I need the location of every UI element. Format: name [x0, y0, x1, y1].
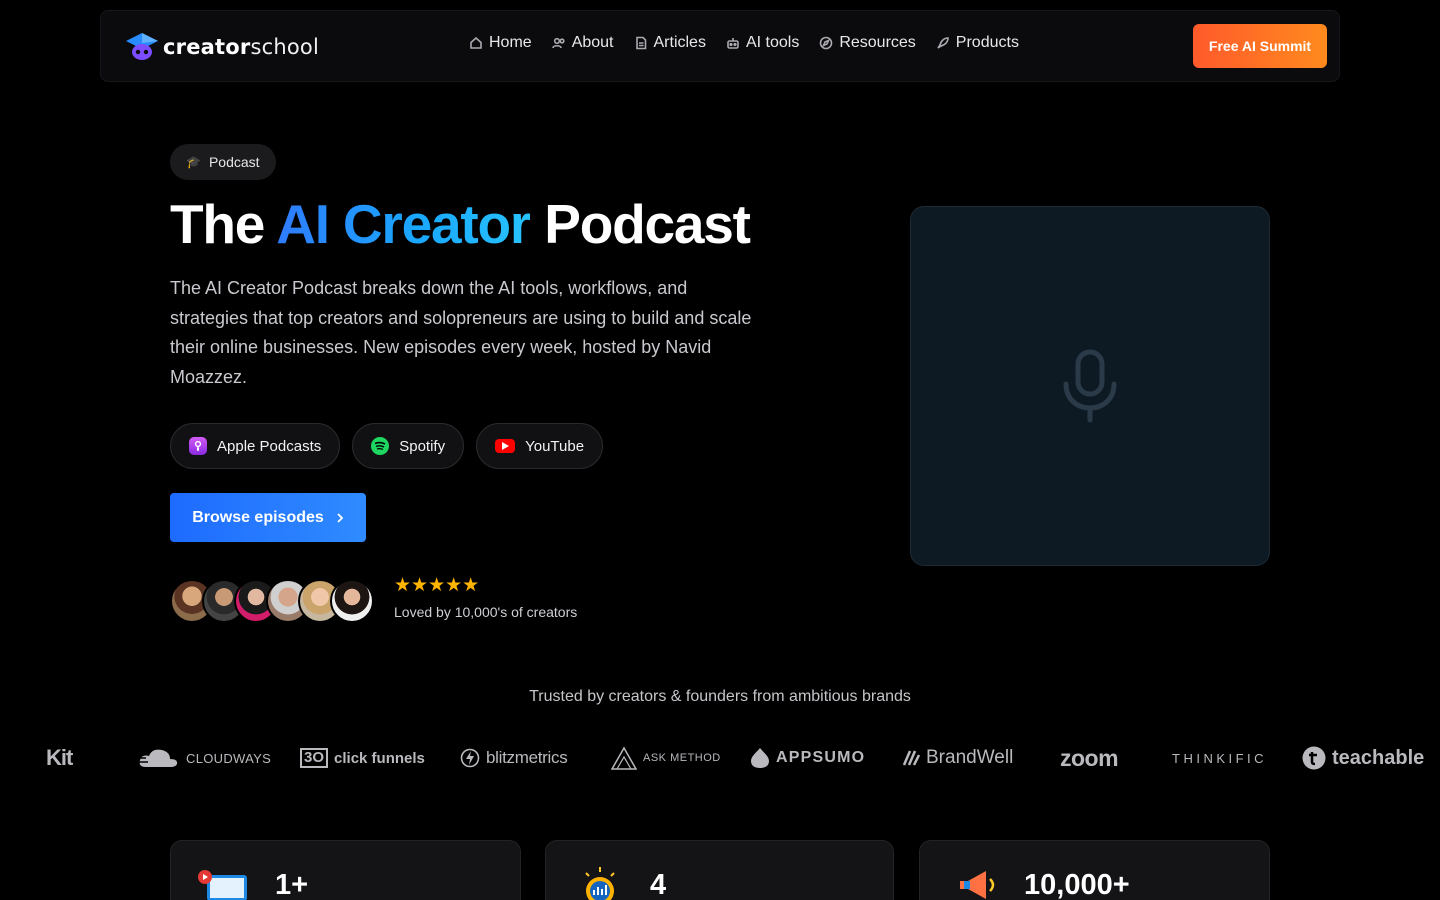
youtube-button[interactable]: YouTube: [476, 423, 604, 469]
brand-logos: Kit CLOUDWAYS 3O click funnels blitzmetr…: [0, 738, 1440, 778]
podcast-tag-label: Podcast: [208, 154, 260, 170]
loved-by-text: Loved by 10,000's of creators: [394, 604, 578, 620]
stat-seasons-value: 4: [650, 869, 667, 900]
document-icon: [635, 36, 646, 50]
platform-links: Apple Podcasts Spotify YouTube: [170, 423, 604, 469]
rating: ★★★★★ Loved by 10,000's of creators: [394, 574, 577, 620]
creatorschool-logo[interactable]: creatorschool: [125, 31, 319, 63]
top-navbar: creatorschool Home About Articles AI too…: [100, 10, 1340, 82]
spotify-button[interactable]: Spotify: [352, 423, 465, 469]
youtube-label: YouTube: [525, 437, 585, 455]
mountain-icon: [611, 746, 637, 770]
kit-logo: Kit: [46, 745, 73, 770]
free-ai-summit-button[interactable]: Free AI Summit: [1193, 24, 1327, 68]
nav-products-label: Products: [955, 34, 1019, 51]
podcast-tag: 🎓 Podcast: [170, 144, 276, 180]
nav-ai-tools[interactable]: AI tools: [726, 34, 799, 52]
five-star-rating-icon: ★★★★★: [394, 575, 480, 596]
microphone-icon: [1063, 349, 1117, 423]
graduation-cap-icon: 🎓: [186, 155, 201, 169]
main-menu: Home About Articles AI tools Resources P…: [469, 34, 1019, 52]
spotify-label: Spotify: [399, 437, 446, 455]
blitzmetrics-logo: blitzmetrics: [460, 738, 568, 778]
logo-text: creatorschool: [163, 35, 319, 59]
stat-card-seasons: 4: [545, 840, 894, 900]
compass-icon: [820, 36, 833, 50]
nav-resources[interactable]: Resources: [819, 34, 916, 52]
cloudways-logo: CLOUDWAYS: [136, 738, 271, 778]
stat-card-listeners: 10,000+: [919, 840, 1270, 900]
appsumo-logo: APPSUMO: [750, 738, 865, 778]
apple-podcasts-icon: [189, 437, 207, 455]
nav-about[interactable]: About: [551, 34, 614, 52]
robot-icon: [727, 38, 739, 49]
nav-articles[interactable]: Articles: [634, 34, 706, 52]
apple-podcasts-label: Apple Podcasts: [217, 437, 322, 455]
nav-home[interactable]: Home: [469, 34, 532, 52]
nav-ai-tools-label: AI tools: [745, 34, 800, 51]
home-icon: [470, 36, 482, 49]
podcast-media-placeholder: [910, 206, 1270, 566]
podcast-screen-icon: [198, 870, 247, 900]
spotify-icon: [371, 437, 390, 455]
browse-episodes-button[interactable]: Browse episodes: [170, 493, 366, 542]
appsumo-drop-icon: [751, 748, 769, 768]
stat-card-episodes: 1+: [170, 840, 521, 900]
stat-listeners-value: 10,000+: [1024, 869, 1130, 900]
ask-method-logo: ASK METHOD: [611, 738, 721, 778]
teachable-t-icon: [1302, 746, 1326, 770]
creator-avatars: [170, 579, 374, 623]
nav-resources-label: Resources: [839, 34, 916, 51]
megaphone-icon: [960, 871, 995, 899]
chevron-right-icon: [337, 512, 344, 523]
youtube-icon: [495, 439, 516, 453]
avatar: [330, 579, 374, 623]
rocket-icon: [937, 37, 949, 49]
trusted-heading: Trusted by creators & founders from ambi…: [529, 688, 911, 705]
hero-description: The AI Creator Podcast breaks down the A…: [170, 278, 752, 387]
page-title: The AI Creator Podcast: [170, 193, 751, 255]
teachable-logo: teachable: [1302, 738, 1424, 778]
bolt-circle-icon: [460, 748, 480, 768]
nav-articles-label: Articles: [653, 34, 706, 51]
browse-episodes-label: Browse episodes: [192, 508, 324, 526]
thinkific-logo: THINKIFIC: [1172, 750, 1268, 766]
chart-badge-icon: [585, 867, 615, 900]
nav-home-label: Home: [489, 34, 532, 51]
stat-episodes-value: 1+: [275, 869, 309, 900]
zoom-logo: zoom: [1060, 744, 1119, 771]
users-icon: [551, 37, 565, 49]
clickfunnels-logo: 3O click funnels: [300, 738, 425, 778]
graduation-cap-icon: [125, 31, 159, 63]
apple-podcasts-button[interactable]: Apple Podcasts: [170, 423, 341, 469]
cloud-icon: [136, 749, 178, 767]
nav-about-label: About: [571, 34, 614, 51]
brandwell-mark-icon: [902, 750, 920, 766]
nav-products[interactable]: Products: [936, 34, 1019, 52]
brandwell-logo: BrandWell: [902, 738, 1013, 778]
